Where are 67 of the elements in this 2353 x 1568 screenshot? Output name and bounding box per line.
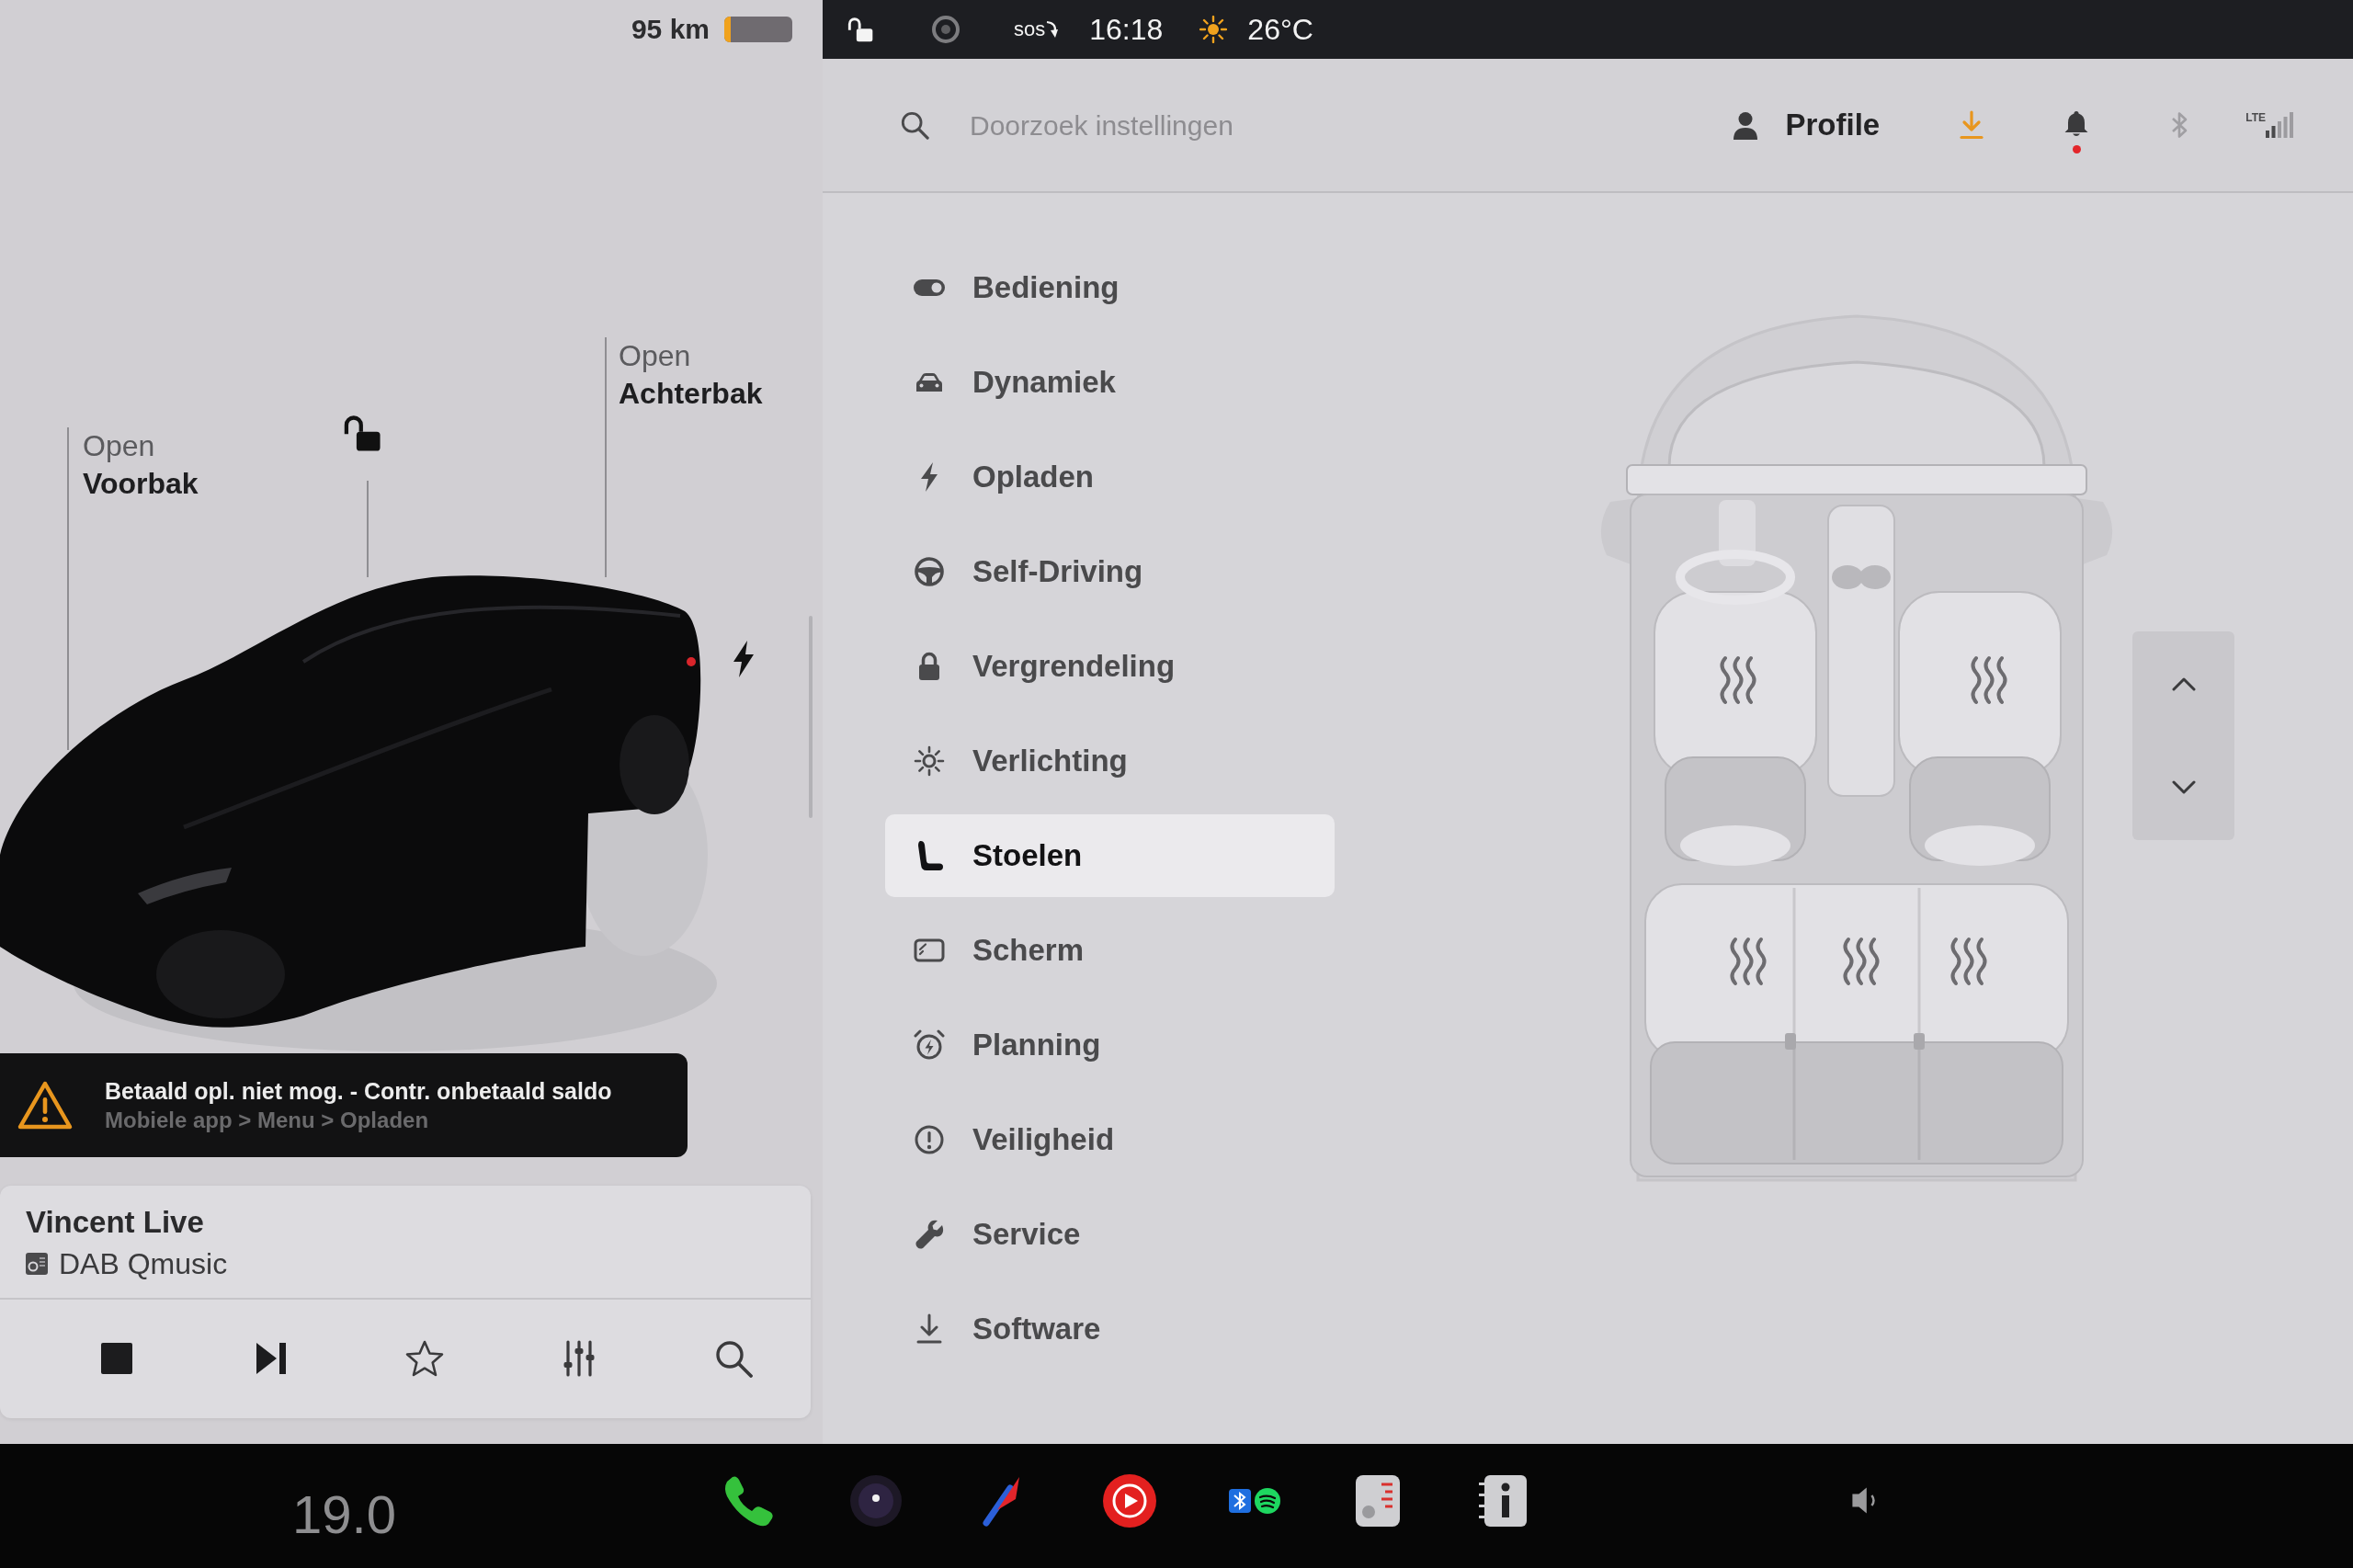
person-icon [1732,110,1758,140]
range-reading: 95 km [631,16,710,43]
play-circle-icon [1100,1471,1159,1530]
network-type: LTE [2245,112,2266,123]
menu-item[interactable]: Opladen [885,436,1335,518]
seat-heater-icon[interactable] [1730,937,1767,985]
menu-item[interactable]: Dynamiek [885,341,1335,424]
curved-arrow-icon [1045,19,1059,40]
signal-icon [2266,112,2293,138]
search-icon [900,110,929,140]
exclamation-circle-icon [913,1123,946,1156]
search-button[interactable] [714,1338,754,1378]
search-field[interactable]: Doorzoek instellingen [970,105,1484,145]
media-sources-icon [1227,1487,1280,1515]
menu-item[interactable]: Software [885,1288,1335,1370]
alert-title: Betaald opl. niet mog. - Contr. onbetaald saldo [105,1076,612,1106]
chevron-up-icon [2171,676,2196,691]
track-title: Vincent Live [26,1204,205,1241]
menu-item[interactable]: Veiligheid [885,1098,1335,1181]
chevron-up-button[interactable] [2171,676,2196,691]
alert-detail: Mobiele app > Menu > Opladen [105,1107,430,1135]
equalizer-icon [563,1339,597,1377]
stop-icon [100,1342,132,1374]
seat-heater-icon[interactable] [1720,656,1756,704]
stop-button[interactable] [100,1342,132,1374]
volume-icon [1851,1486,1877,1515]
unlocked-padlock-icon[interactable] [847,16,874,43]
wrench-icon [913,1218,946,1251]
sun-icon [1199,16,1228,43]
menu-item[interactable]: Vergrendeling [885,625,1335,708]
steering-wheel-icon [913,555,946,588]
menu-item[interactable]: Planning [885,1004,1335,1086]
clock: 16:18 [1089,15,1164,44]
equalizer-button[interactable] [563,1339,597,1377]
chevron-down-button[interactable] [2171,780,2196,796]
seat-heater-icon[interactable] [1843,937,1880,985]
unlocked-padlock-icon[interactable] [342,413,382,453]
menu-item[interactable]: Self-Driving [885,530,1335,613]
menu-item[interactable]: Service [885,1193,1335,1276]
radio-icon [26,1252,48,1275]
search-icon [714,1338,754,1378]
play-circle-app-button[interactable] [1100,1471,1159,1530]
menu-item[interactable]: Stoelen [885,814,1335,897]
ring-icon [931,15,961,44]
skip-next-icon [255,1341,287,1375]
station-name: DAB Qmusic [59,1245,228,1281]
alarm-clock-icon [913,1028,946,1062]
seat-heater-icon[interactable] [1950,937,1987,985]
menu-item[interactable]: Bediening [885,246,1335,329]
favorite-button[interactable] [405,1339,445,1377]
profile-button[interactable]: Profile [1732,107,1881,143]
menu-item[interactable]: Verlichting [885,720,1335,802]
chevron-down-icon [2171,780,2196,796]
light-icon [913,744,946,778]
volume-button[interactable] [1851,1486,1877,1515]
next-track-button[interactable] [255,1341,287,1375]
outside-temperature: 26°C [1247,15,1313,44]
star-icon [405,1339,445,1377]
warning-icon [17,1079,74,1131]
frunk-button[interactable]: Open Voorbak [83,427,199,503]
seat-heater-icon[interactable] [1971,656,2007,704]
cabin-temperature[interactable]: 19.0 [292,1484,396,1544]
lightning-bolt-icon[interactable] [732,641,756,677]
bell-icon[interactable] [2063,109,2090,138]
sos-label: sos [1014,19,1046,40]
trunk-button[interactable]: Open Achterbak [619,337,763,413]
menu-item[interactable]: Scherm [885,909,1335,992]
